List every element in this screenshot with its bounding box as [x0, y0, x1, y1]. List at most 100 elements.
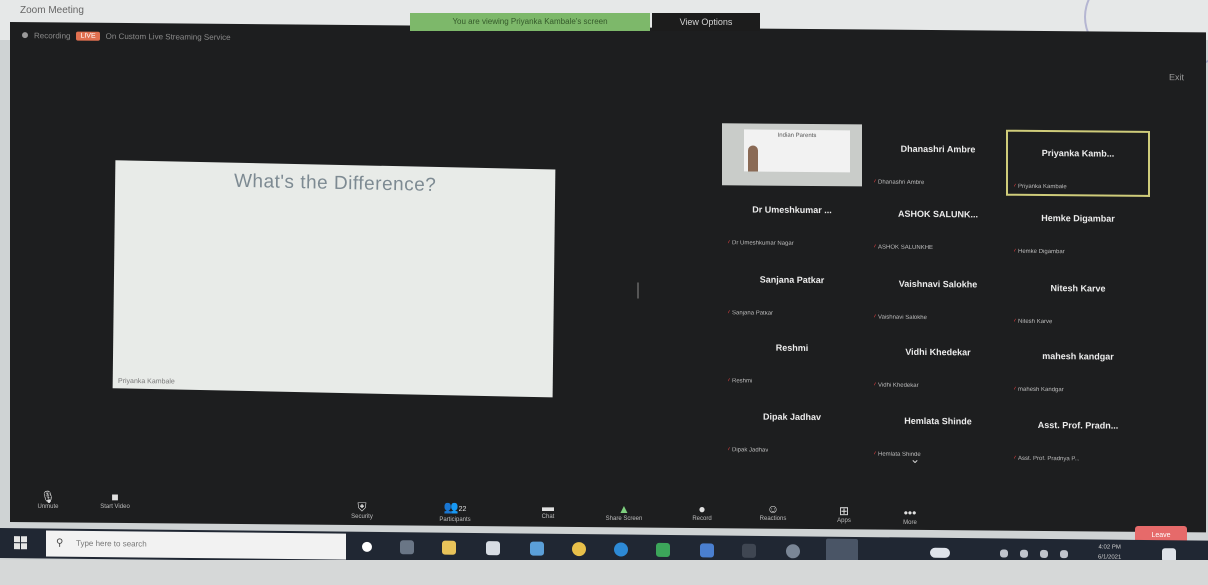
muted-mic-icon: ⁄	[1014, 318, 1016, 325]
participant-tile[interactable]: Reshmi ⁄ Reshmi	[722, 326, 862, 389]
start-video-button[interactable]: ■ Start Video	[90, 490, 140, 510]
participant-name-text: Dipak Jadhav	[732, 447, 769, 454]
participant-name-label: ⁄ Sanjana Patkar	[728, 310, 773, 316]
windows-start-icon[interactable]	[14, 536, 28, 550]
participant-display-name: Dr Umeshkumar ...	[752, 204, 832, 216]
apps-button[interactable]: ⊞ Apps	[826, 504, 862, 524]
participant-name-label: ⁄ Asst. Prof. Pradnya P...	[1014, 456, 1080, 463]
security-button[interactable]: ⛨ Security	[342, 500, 382, 520]
participant-name-text: Dr Umeshkumar Nagar	[732, 240, 794, 247]
participant-name-label: ⁄ Dr Umeshkumar Nagar	[728, 240, 794, 247]
wifi-icon[interactable]	[1040, 549, 1048, 558]
chevron-down-icon[interactable]: ⌄	[910, 452, 920, 466]
participant-tile[interactable]: mahesh kandgar ⁄ mahesh Kandgar	[1008, 335, 1148, 398]
more-button[interactable]: ••• More	[892, 506, 928, 526]
participants-icon: 👥22	[443, 500, 467, 514]
participant-display-name: Hemke Digambar	[1041, 212, 1115, 224]
taskbar-search-input[interactable]: ⚲ Type here to search	[46, 530, 346, 560]
participant-tile[interactable]: Hemke Digambar ⁄ Hemke Digambar	[1008, 197, 1148, 260]
apps-icon: ⊞	[838, 504, 850, 518]
reactions-button[interactable]: ☺ Reactions	[748, 502, 798, 522]
view-options-button[interactable]: View Options	[652, 13, 760, 31]
participant-name-label: ⁄ Reshmi	[728, 378, 752, 384]
participant-tile[interactable]: ASHOK SALUNK... ⁄ ASHOK SALUNKHE	[868, 192, 1008, 255]
participant-display-name: Asst. Prof. Pradn...	[1037, 419, 1119, 431]
live-stream-label[interactable]: On Custom Live Streaming Service	[106, 31, 231, 41]
chrome-icon[interactable]	[572, 541, 586, 557]
muted-mic-icon: ⁄	[728, 378, 730, 385]
search-placeholder: Type here to search	[76, 538, 147, 549]
muted-mic-icon: ⁄	[874, 179, 876, 186]
cortana-icon[interactable]	[362, 541, 372, 552]
participant-name-text: Nitesh Karve	[1018, 318, 1053, 326]
participant-tile[interactable]: Vidhi Khedekar ⁄ Vidhi Khedekar	[868, 330, 1008, 393]
share-screen-button[interactable]: ▲ Share Screen	[594, 502, 654, 522]
photos-icon[interactable]	[742, 543, 756, 558]
live-badge[interactable]: LIVE	[76, 31, 100, 41]
muted-mic-icon: ⁄	[874, 244, 876, 251]
participant-tile[interactable]: Vaishnavi Salokhe ⁄ Vaishnavi Salokhe	[868, 262, 1008, 325]
search-icon: ⚲	[56, 537, 64, 549]
participants-button[interactable]: 👥22 Participants	[425, 500, 485, 523]
muted-mic-icon: ⁄	[728, 447, 730, 454]
chat-label: Chat	[541, 514, 555, 520]
participant-tile[interactable]: Asst. Prof. Pradn... ⁄ Asst. Prof. Pradnya…	[1008, 404, 1148, 467]
microphone-icon: 🎙	[40, 490, 56, 504]
word-icon[interactable]	[700, 543, 714, 558]
record-button[interactable]: ● Record	[682, 502, 722, 522]
shared-screen-slide: What's the Difference?	[112, 160, 556, 398]
participant-name-text: Sanjana Patkar	[732, 310, 774, 317]
participant-tile[interactable]: Hemlata Shinde ⁄ Hemlata Shinde	[868, 399, 1008, 462]
record-icon: ●	[698, 502, 706, 516]
participant-video-tile[interactable]: Indian Parents	[722, 123, 862, 187]
record-label: Record	[692, 516, 712, 522]
participant-tile[interactable]: Priyanka Kamb... ⁄ Priyanka Kambale	[1006, 129, 1150, 197]
participant-grid: Indian Parents Dhanashri Ambre ⁄ Dhanashri…	[710, 123, 1150, 487]
recording-dot-icon	[22, 32, 28, 39]
store-icon[interactable]	[486, 541, 500, 556]
share-screen-icon: ▲	[618, 502, 630, 516]
bottom-margin	[0, 560, 1208, 585]
start-video-label: Start Video	[100, 504, 130, 510]
participant-tile[interactable]: Dipak Jadhav ⁄ Dipak Jadhav	[722, 395, 862, 458]
participant-name-text: Vidhi Khedekar	[878, 382, 919, 389]
participants-count: 22	[458, 506, 467, 513]
participants-label: Participants	[439, 517, 471, 523]
participant-name-text: Dhanashri Ambre	[878, 179, 925, 186]
task-view-icon[interactable]	[400, 540, 414, 555]
participant-name-text: mahesh Kandgar	[1018, 386, 1064, 394]
participant-tile[interactable]: Dr Umeshkumar ... ⁄ Dr Umeshkumar Nagar	[722, 188, 862, 251]
participant-tile[interactable]: Dhanashri Ambre ⁄ Dhanashri Ambre	[868, 127, 1008, 190]
unmute-button[interactable]: 🎙 Unmute	[30, 490, 66, 510]
participant-name-label: ⁄ Hemke Digambar	[1014, 249, 1065, 255]
exit-fullscreen-button[interactable]: Exit	[1169, 72, 1184, 82]
mail-icon[interactable]	[530, 541, 544, 556]
participant-tile[interactable]: Nitesh Karve ⁄ Nitesh Karve	[1008, 267, 1148, 330]
participant-display-name: Reshmi	[775, 342, 809, 353]
app-icon[interactable]	[786, 544, 800, 559]
slide-title: What's the Difference?	[233, 170, 437, 196]
excel-icon[interactable]	[656, 542, 670, 558]
volume-icon[interactable]	[1060, 550, 1068, 559]
chat-button[interactable]: ▬ Chat	[530, 500, 566, 520]
security-label: Security	[351, 514, 373, 520]
edge-icon[interactable]	[614, 542, 628, 557]
split-divider-handle[interactable]	[637, 282, 639, 299]
file-explorer-icon[interactable]	[442, 540, 456, 555]
video-card-title: Indian Parents	[777, 132, 817, 140]
more-dots-icon: •••	[903, 506, 917, 520]
window-title: Zoom Meeting	[20, 5, 84, 16]
sharer-name-label: Priyanka Kambale	[118, 377, 175, 386]
smile-icon: ☺	[766, 502, 780, 516]
battery-icon[interactable]	[1020, 549, 1028, 558]
participant-name-label: ⁄ Dipak Jadhav	[728, 447, 768, 453]
participant-tile[interactable]: Sanjana Patkar ⁄ Sanjana Patkar	[722, 258, 862, 321]
tray-up-icon[interactable]	[1000, 549, 1008, 558]
participant-name-text: Reshmi	[732, 378, 753, 385]
cloud-icon[interactable]	[930, 547, 950, 558]
participant-name-label: ⁄ Priyanka Kambale	[1014, 184, 1067, 190]
chat-icon: ▬	[542, 500, 554, 514]
muted-mic-icon: ⁄	[874, 451, 876, 458]
participant-name-text: ASHOK SALUNKHE	[878, 244, 934, 252]
muted-mic-icon: ⁄	[728, 240, 730, 247]
